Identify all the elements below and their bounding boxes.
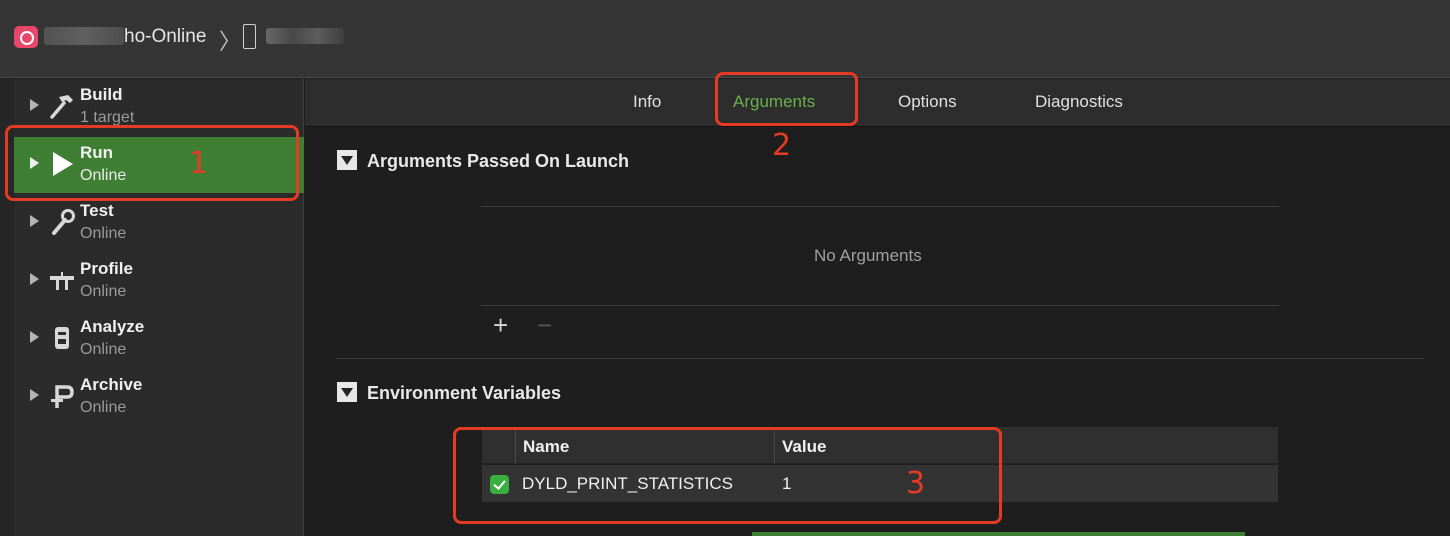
arguments-section-header[interactable]: Arguments Passed On Launch	[337, 150, 629, 172]
sidebar-item-title: Test	[80, 201, 114, 220]
redacted-device-name	[266, 28, 344, 44]
sidebar-item-subtitle: Online	[80, 283, 127, 300]
section-title: Environment Variables	[367, 383, 562, 403]
scheme-name[interactable]: ho-Online	[124, 26, 206, 48]
section-divider	[335, 358, 1425, 359]
caliper-icon	[48, 265, 76, 295]
divider	[481, 206, 1279, 207]
bottom-accent-bar	[752, 532, 1245, 536]
annotation-number: 3	[906, 466, 926, 501]
sidebar-item-title: Archive	[80, 375, 143, 394]
hammer-icon	[48, 91, 76, 121]
disclosure-triangle-icon[interactable]	[30, 215, 39, 227]
sidebar-item-archive[interactable]: Archive Online	[14, 369, 304, 425]
collapse-triangle-icon[interactable]	[337, 150, 357, 170]
tab-diagnostics[interactable]: Diagnostics	[1035, 92, 1123, 112]
annotation-number: 1	[189, 146, 209, 181]
wrench-icon	[48, 207, 76, 237]
disclosure-triangle-icon[interactable]	[30, 273, 39, 285]
tab-options[interactable]: Options	[898, 92, 957, 112]
tab-info[interactable]: Info	[633, 92, 661, 112]
collapse-triangle-icon[interactable]	[337, 382, 357, 402]
archive-icon	[48, 381, 76, 411]
sidebar-item-subtitle: Online	[80, 399, 127, 416]
environment-section-header[interactable]: Environment Variables	[337, 382, 561, 404]
redacted-text	[44, 27, 124, 45]
sidebar-item-subtitle: Online	[80, 225, 127, 242]
disclosure-triangle-icon[interactable]	[30, 389, 39, 401]
sidebar-item-subtitle: Online	[80, 341, 127, 358]
sidebar-item-title: Analyze	[80, 317, 145, 336]
title-bar: ho-Online 〉	[0, 0, 1450, 78]
section-title: Arguments Passed On Launch	[367, 151, 630, 171]
sidebar-item-title: Profile	[80, 259, 133, 278]
app-icon	[14, 26, 38, 48]
sidebar-item-profile[interactable]: Profile Online	[14, 253, 304, 309]
breadcrumb-separator-icon: 〉	[219, 29, 242, 54]
sidebar-item-title: Build	[80, 85, 123, 104]
annotation-box-run	[5, 125, 299, 201]
add-argument-button[interactable]: +	[493, 312, 508, 338]
annotation-box-arguments-tab	[715, 72, 858, 126]
device-icon[interactable]	[243, 24, 256, 49]
analyze-icon	[48, 323, 76, 353]
empty-arguments-text: No Arguments	[814, 246, 922, 265]
remove-argument-button[interactable]: −	[537, 312, 552, 338]
disclosure-triangle-icon[interactable]	[30, 331, 39, 343]
disclosure-triangle-icon[interactable]	[30, 99, 39, 111]
tab-bar: Info Arguments Options Diagnostics	[305, 79, 1450, 127]
sidebar-item-test[interactable]: Test Online	[14, 195, 304, 251]
divider	[481, 305, 1279, 306]
annotation-number: 2	[772, 128, 792, 163]
sidebar-item-analyze[interactable]: Analyze Online	[14, 311, 304, 367]
